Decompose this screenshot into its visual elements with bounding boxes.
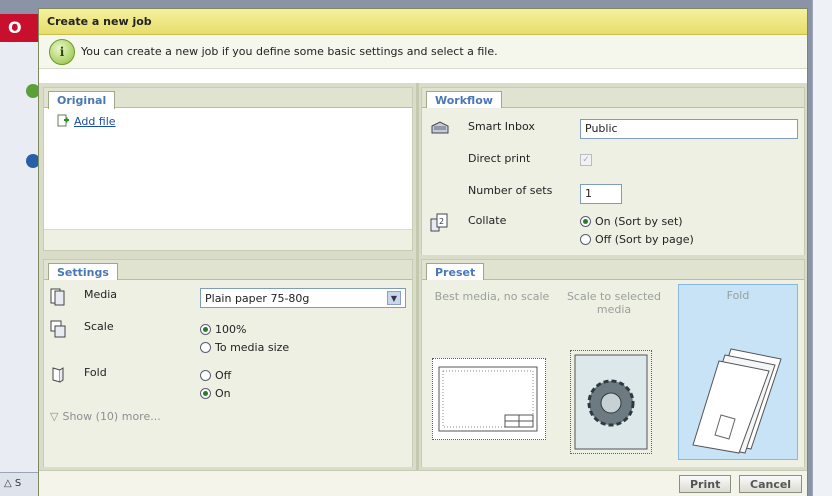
- preset-label: Scale to selected media: [566, 290, 662, 316]
- radio-selected[interactable]: [580, 215, 591, 227]
- original-header: Original: [44, 88, 412, 109]
- preset-item-scale-media[interactable]: Scale to selected media: [556, 290, 672, 316]
- radio-unselected[interactable]: [200, 369, 211, 381]
- workflow-header: Workflow: [422, 88, 804, 109]
- preset-label: Fold: [726, 289, 750, 302]
- original-footer-strip: [44, 230, 412, 250]
- scale-option-fit[interactable]: To media size: [200, 338, 289, 356]
- smart-inbox-label: Smart Inbox: [468, 120, 535, 133]
- preset-item-best-media[interactable]: Best media, no scale: [428, 290, 556, 303]
- media-select[interactable]: Plain paper 75-80g ▼: [200, 288, 406, 308]
- tab-preset[interactable]: Preset: [426, 263, 485, 281]
- add-file-icon: [57, 114, 69, 127]
- radio-selected[interactable]: [200, 323, 211, 335]
- blueprint-icon: [438, 366, 538, 432]
- scale-100-label: 100%: [215, 322, 247, 336]
- fold-option-on[interactable]: On: [200, 384, 231, 402]
- workflow-body: Smart Inbox Public Direct print ✓ Number…: [422, 108, 804, 255]
- fold-option-off[interactable]: Off: [200, 366, 231, 384]
- fold-row: Fold: [50, 366, 107, 384]
- preset-item-fold: Fold: [679, 289, 797, 302]
- chevron-down-icon[interactable]: ▼: [387, 291, 401, 305]
- dialog-content: Original Add file Settings Media Plain p…: [39, 83, 807, 470]
- sets-input[interactable]: 1: [580, 184, 622, 204]
- dialog-footer: Print Cancel: [39, 470, 807, 496]
- info-bar: i You can create a new job if you define…: [39, 35, 807, 69]
- panel-divider: [416, 83, 419, 470]
- preset-body: Best media, no scale Scale to selected m…: [422, 280, 804, 467]
- add-file-link[interactable]: Add file: [56, 114, 400, 128]
- media-label: Media: [84, 288, 118, 301]
- direct-print-label: Direct print: [468, 152, 531, 165]
- collate-options: On (Sort by set) Off (Sort by page): [580, 212, 694, 248]
- workflow-panel: Workflow Smart Inbox Public Direct print…: [421, 87, 805, 255]
- preset-panel: Preset Best media, no scale Scale to sel…: [421, 259, 805, 467]
- show-more-link[interactable]: ▽ Show (10) more...: [50, 410, 161, 423]
- scale-options: 100% To media size: [200, 320, 289, 356]
- preset-label: Best media, no scale: [434, 290, 550, 303]
- triangle-down-icon: ▽: [50, 410, 59, 423]
- media-icon: [50, 288, 65, 306]
- scale-row: Scale: [50, 320, 114, 338]
- collate-on-label: On (Sort by set): [595, 214, 683, 228]
- fold-off-label: Off: [215, 368, 232, 382]
- scale-label: Scale: [84, 320, 114, 333]
- preset-header: Preset: [422, 260, 804, 281]
- svg-text:2: 2: [439, 217, 444, 226]
- scale-gear-icon: [574, 354, 648, 450]
- cancel-button[interactable]: Cancel: [739, 475, 803, 493]
- collate-icon: 2: [430, 213, 448, 232]
- scale-fit-label: To media size: [215, 340, 290, 354]
- original-panel: Original Add file: [43, 87, 413, 251]
- show-more-label: Show (10) more...: [62, 410, 161, 423]
- collate-option-on[interactable]: On (Sort by set): [580, 212, 694, 230]
- tab-settings[interactable]: Settings: [48, 263, 118, 281]
- direct-print-checkbox[interactable]: ✓: [580, 154, 592, 166]
- collate-off-label: Off (Sort by page): [595, 232, 694, 246]
- info-text: You can create a new job if you define s…: [81, 45, 498, 58]
- fold-stack-icon: [692, 348, 782, 454]
- media-value: Plain paper 75-80g: [205, 291, 310, 305]
- info-icon: i: [49, 38, 75, 65]
- preset-thumb-scale-media[interactable]: [570, 350, 652, 454]
- sets-label: Number of sets: [468, 184, 553, 197]
- collate-option-off[interactable]: Off (Sort by page): [580, 230, 694, 248]
- background-status: △ S: [0, 472, 40, 496]
- dialog-title: Create a new job: [39, 9, 807, 35]
- scale-option-100[interactable]: 100%: [200, 320, 289, 338]
- background-scrollbar: [812, 0, 832, 496]
- add-file-label[interactable]: Add file: [74, 115, 116, 128]
- settings-body: Media Plain paper 75-80g ▼ Scale 100% To…: [44, 280, 412, 467]
- app-logo: O: [0, 14, 40, 42]
- original-file-area[interactable]: Add file: [44, 108, 412, 230]
- tab-original[interactable]: Original: [48, 91, 116, 109]
- settings-header: Settings: [44, 260, 412, 281]
- preset-thumb-fold[interactable]: Fold: [678, 284, 798, 460]
- radio-unselected[interactable]: [580, 233, 591, 245]
- radio-unselected[interactable]: [200, 341, 211, 353]
- print-button[interactable]: Print: [679, 475, 732, 493]
- radio-selected[interactable]: [200, 387, 211, 399]
- collate-label: Collate: [468, 214, 507, 227]
- settings-panel: Settings Media Plain paper 75-80g ▼ Scal…: [43, 259, 413, 467]
- fold-label: Fold: [84, 366, 107, 379]
- fold-options: Off On: [200, 366, 231, 402]
- scale-icon: [50, 320, 66, 338]
- fold-icon: [52, 367, 64, 383]
- fold-on-label: On: [215, 386, 231, 400]
- background-sidebar: [0, 42, 40, 496]
- inbox-icon: [431, 121, 449, 134]
- smart-inbox-input[interactable]: Public: [580, 119, 798, 139]
- create-job-dialog: Create a new job i You can create a new …: [38, 8, 808, 496]
- preset-thumb-best-media[interactable]: [432, 358, 546, 440]
- media-row: Media: [50, 288, 117, 306]
- tab-workflow[interactable]: Workflow: [426, 91, 502, 109]
